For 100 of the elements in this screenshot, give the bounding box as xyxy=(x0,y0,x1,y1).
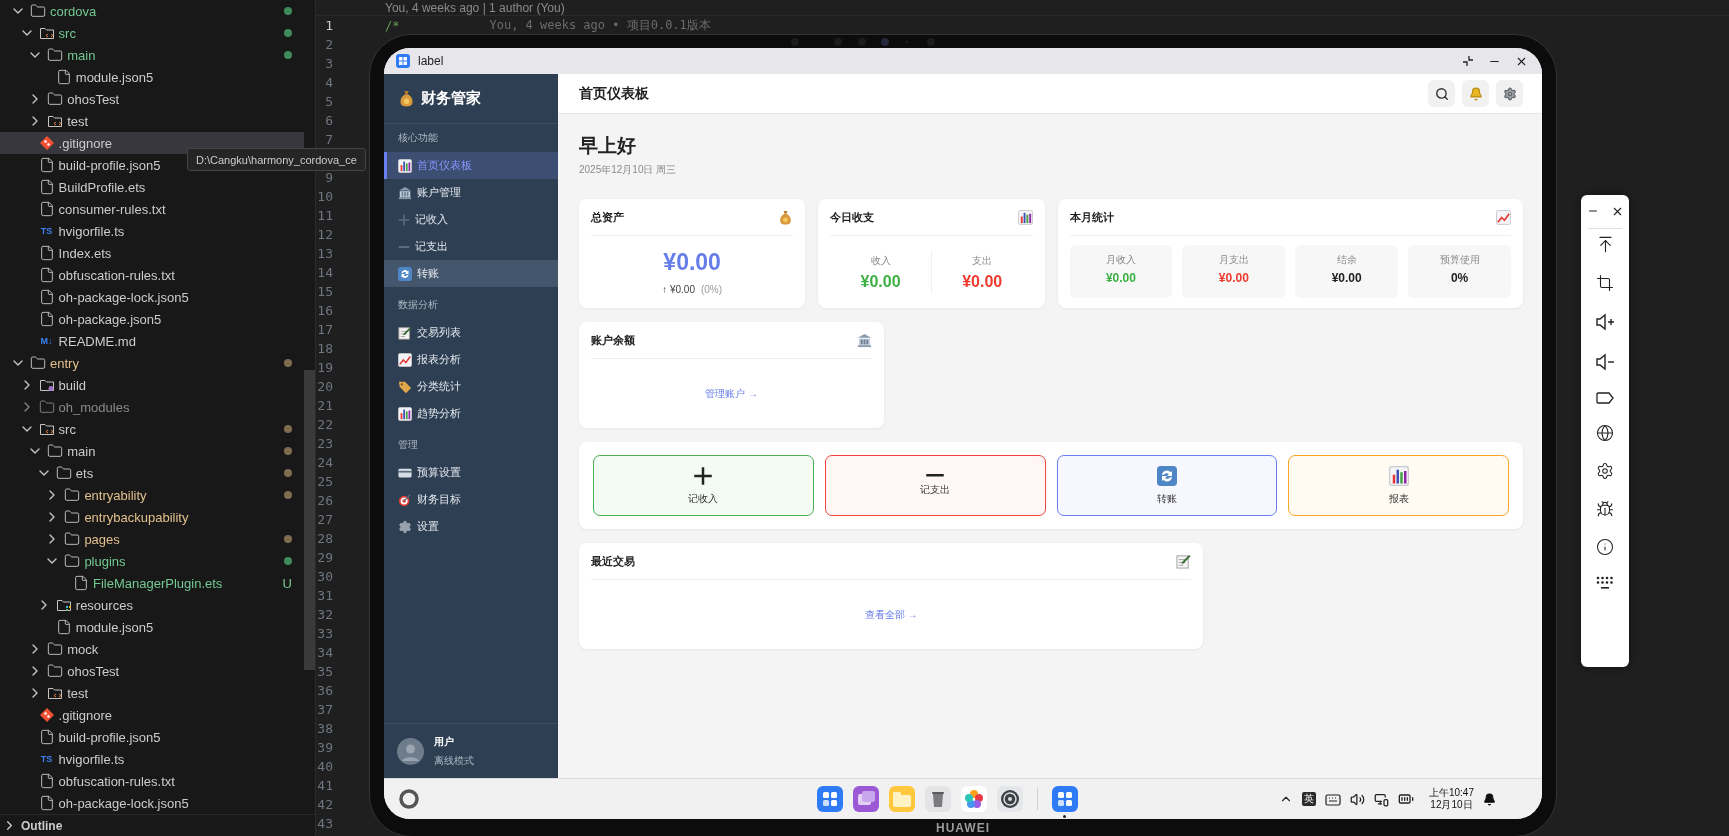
nav-item[interactable]: 账户管理 xyxy=(384,179,558,206)
flower-app-icon[interactable] xyxy=(960,786,987,812)
nav-item[interactable]: 记收入 xyxy=(384,206,558,233)
line-number: 32 xyxy=(317,606,333,624)
volume-down-icon[interactable] xyxy=(1595,352,1615,372)
keypad-icon[interactable] xyxy=(1596,576,1614,590)
nav-item[interactable]: 设置 xyxy=(384,513,558,540)
nav-item[interactable]: 转账 xyxy=(384,260,558,287)
file-tree-item[interactable]: TS hvigorfile.ts xyxy=(0,220,304,242)
settings-button[interactable] xyxy=(1496,80,1523,107)
file-tree-item[interactable]: module.json5 xyxy=(0,616,304,638)
settings-icon[interactable] xyxy=(1596,462,1614,480)
folder-tree-item[interactable]: resources xyxy=(0,594,304,616)
folder-tree-item[interactable]: plugins xyxy=(0,550,304,572)
search-button[interactable] xyxy=(1428,80,1455,107)
file-icon xyxy=(55,69,72,85)
plus-icon xyxy=(693,465,714,486)
info-icon[interactable] xyxy=(1596,538,1614,556)
folder-tree-item[interactable]: entry xyxy=(0,352,304,374)
line-number: 5 xyxy=(325,93,333,111)
globe-icon[interactable] xyxy=(1596,424,1614,442)
ring-icon[interactable] xyxy=(398,788,420,810)
nav-item[interactable]: 财务目标 xyxy=(384,486,558,513)
stat-value: ¥0.00 xyxy=(860,272,901,291)
quick-action-button[interactable]: 记收入 xyxy=(593,455,814,516)
file-tree-item[interactable]: .gitignore xyxy=(0,132,304,154)
line-number: 37 xyxy=(317,701,333,719)
file-tree-item[interactable]: obfuscation-rules.txt xyxy=(0,770,304,792)
card-title: 账户余额 xyxy=(591,332,635,348)
line-number: 12 xyxy=(317,226,333,244)
folder-tree-item[interactable]: ohosTest xyxy=(0,660,304,682)
file-tree-item[interactable]: TS hvigorfile.ts xyxy=(0,748,304,770)
volume-icon[interactable] xyxy=(1349,791,1365,807)
folder-tree-item[interactable]: entryability xyxy=(0,484,304,506)
input-method-indicator[interactable]: 英 xyxy=(1301,792,1316,806)
file-tree-item[interactable]: .gitignore xyxy=(0,704,304,726)
folder-tree-item[interactable]: main xyxy=(0,440,304,462)
file-tree-item[interactable]: oh-package-lock.json5 xyxy=(0,286,304,308)
app-grid-icon[interactable] xyxy=(816,786,843,812)
folder-tree-item[interactable]: entrybackupability xyxy=(0,506,304,528)
volume-up-icon[interactable] xyxy=(1595,312,1615,332)
folder-tree-item[interactable]: src xyxy=(0,418,304,440)
folder-tree-item[interactable]: main xyxy=(0,44,304,66)
stat-label: 月支出 xyxy=(1218,253,1249,267)
nav-item[interactable]: 预算设置 xyxy=(384,459,558,486)
notification-button[interactable] xyxy=(1462,80,1489,107)
line-number: 29 xyxy=(317,549,333,567)
tag-icon[interactable] xyxy=(1596,392,1614,404)
change-amount: ↑ ¥0.00 xyxy=(662,284,695,295)
manage-accounts-link[interactable]: 管理账户 → xyxy=(705,386,758,401)
folder-tree-item[interactable]: pages xyxy=(0,528,304,550)
quick-action-button[interactable]: 报表 xyxy=(1288,455,1509,516)
line-number: 31 xyxy=(317,587,333,605)
app-grid-icon xyxy=(396,54,410,68)
windows-app-icon[interactable] xyxy=(852,786,879,812)
quick-action-button[interactable]: 记支出 xyxy=(824,455,1046,516)
bug-icon[interactable] xyxy=(1596,500,1614,518)
file-tree-item[interactable]: obfuscation-rules.txt xyxy=(0,264,304,286)
file-tree-item[interactable]: M↓ README.md xyxy=(0,330,304,352)
clock[interactable]: 上午10:47 12月10日 xyxy=(1428,787,1474,811)
file-tree-item[interactable]: BuildProfile.ets xyxy=(0,176,304,198)
folder-tree-item[interactable]: test xyxy=(0,682,304,704)
nav-item[interactable]: 分类统计 xyxy=(384,373,558,400)
file-tree-item[interactable]: Index.ets xyxy=(0,242,304,264)
nav-item[interactable]: 交易列表 xyxy=(384,319,558,346)
scrollbar-thumb[interactable] xyxy=(304,370,315,670)
gear-icon xyxy=(1502,86,1517,101)
crop-icon[interactable] xyxy=(1596,274,1614,292)
file-tree-item[interactable]: module.json5 xyxy=(0,66,304,88)
file-tree-item[interactable]: build-profile.json5 xyxy=(0,726,304,748)
notification-bell-icon[interactable] xyxy=(1483,792,1496,806)
folder-tree-item[interactable]: build xyxy=(0,374,304,396)
code-folder-icon xyxy=(38,25,55,41)
display-icon[interactable] xyxy=(1373,791,1389,807)
outline-header[interactable]: Outline xyxy=(0,814,315,836)
view-all-link[interactable]: 查看全部 → xyxy=(864,607,918,622)
nav-item[interactable]: 趋势分析 xyxy=(384,400,558,427)
nav-item[interactable]: 报表分析 xyxy=(384,346,558,373)
file-tree-item[interactable]: oh-package-lock.json5 xyxy=(0,792,304,814)
folder-tree-item[interactable]: test xyxy=(0,110,304,132)
folder-tree-item[interactable]: ohosTest xyxy=(0,88,304,110)
nav-item[interactable]: 记支出 xyxy=(384,233,558,260)
folder-tree-item[interactable]: mock xyxy=(0,638,304,660)
file-tree-item[interactable]: consumer-rules.txt xyxy=(0,198,304,220)
restore-icon[interactable] xyxy=(1462,55,1474,67)
battery-icon[interactable] xyxy=(1397,791,1414,807)
folder-tree-item[interactable]: ets xyxy=(0,462,304,484)
file-tree-item[interactable]: oh-package.json5 xyxy=(0,308,304,330)
stat-value: 0% xyxy=(1450,271,1469,285)
folder-tree-item[interactable]: oh_modules xyxy=(0,396,304,418)
keyboard-icon[interactable] xyxy=(1324,792,1341,806)
folder-tree-item[interactable]: cordova xyxy=(0,0,304,22)
line-number: 39 xyxy=(317,739,333,757)
file-tree-item[interactable]: FileManagerPlugin.ets U xyxy=(0,572,304,594)
quick-action-button[interactable]: 转账 xyxy=(1056,455,1278,516)
trash-icon[interactable] xyxy=(924,786,951,812)
settings-icon[interactable] xyxy=(996,786,1023,812)
folder-tree-item[interactable]: src xyxy=(0,22,304,44)
app-grid-icon[interactable] xyxy=(1051,786,1078,812)
minus-icon xyxy=(398,245,410,248)
